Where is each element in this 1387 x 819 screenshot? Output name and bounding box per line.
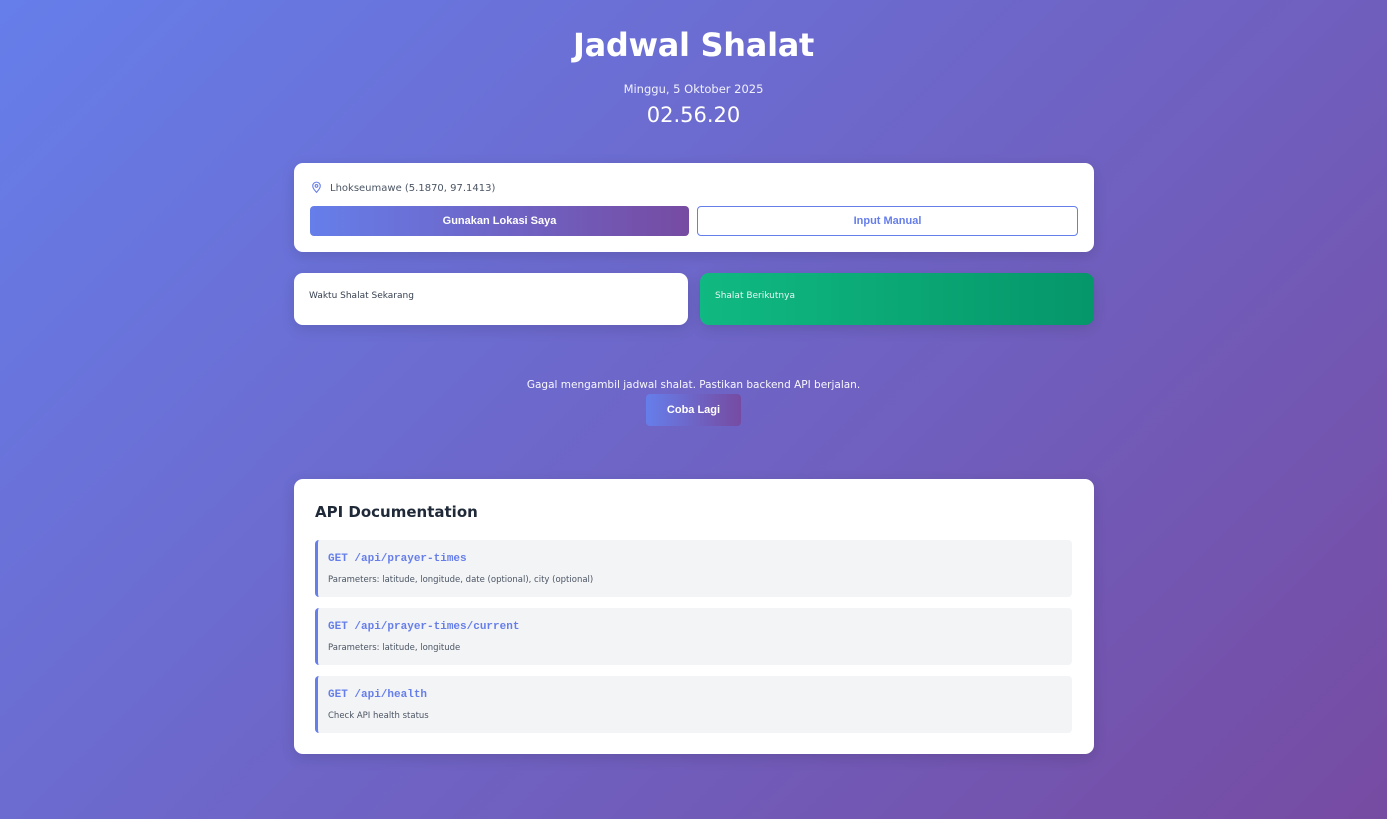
current-date: Minggu, 5 Oktober 2025: [623, 82, 764, 96]
api-documentation-card: API Documentation GET /api/prayer-times …: [294, 479, 1094, 754]
api-doc-title: API Documentation: [315, 503, 478, 521]
location-row: Lhokseumawe (5.1870, 97.1413): [310, 180, 495, 196]
endpoint-description: Parameters: latitude, longitude: [328, 643, 461, 653]
endpoint-route: GET /api/prayer-times/current: [328, 621, 520, 633]
location-card: Lhokseumawe (5.1870, 97.1413) Gunakan Lo…: [294, 163, 1094, 252]
use-my-location-button[interactable]: Gunakan Lokasi Saya: [310, 206, 689, 236]
current-prayer-card: Waktu Shalat Sekarang: [294, 273, 688, 325]
endpoint-route: GET /api/health: [328, 689, 428, 701]
endpoint-description: Parameters: latitude, longitude, date (o…: [328, 575, 594, 585]
endpoint-description: Check API health status: [328, 711, 429, 721]
next-prayer-label: Shalat Berikutnya: [715, 291, 795, 301]
current-time: 02.56.20: [646, 103, 741, 127]
api-endpoint-item: GET /api/prayer-times Parameters: latitu…: [315, 540, 1072, 597]
location-text: Lhokseumawe (5.1870, 97.1413): [330, 182, 496, 194]
endpoint-route: GET /api/prayer-times: [328, 553, 467, 565]
next-prayer-card: Shalat Berikutnya: [700, 273, 1094, 325]
manual-input-button[interactable]: Input Manual: [697, 206, 1078, 236]
api-endpoint-item: GET /api/health Check API health status: [315, 676, 1072, 733]
api-endpoint-item: GET /api/prayer-times/current Parameters…: [315, 608, 1072, 665]
map-pin-icon: [310, 180, 323, 197]
retry-button[interactable]: Coba Lagi: [646, 394, 741, 426]
error-message: Gagal mengambil jadwal shalat. Pastikan …: [526, 379, 861, 391]
page-title: Jadwal Shalat: [572, 26, 815, 64]
current-prayer-label: Waktu Shalat Sekarang: [309, 291, 414, 301]
